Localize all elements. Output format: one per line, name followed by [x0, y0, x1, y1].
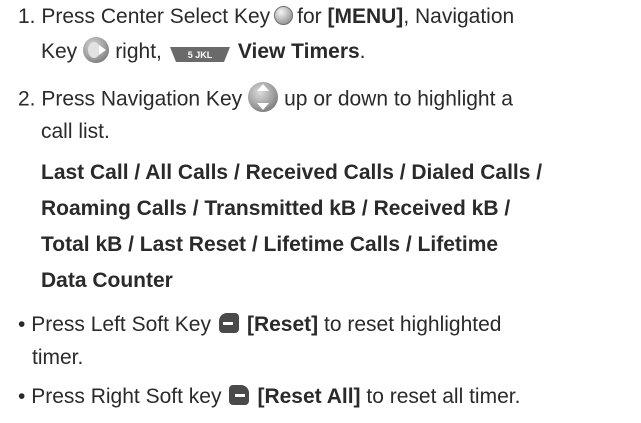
instruction-page: 1. Press Center Select Key for [MENU], Na…: [0, 0, 641, 423]
step-2: 2. Press Navigation Key up or down to hig…: [18, 82, 542, 299]
step-1-text-right: right,: [115, 40, 162, 63]
step-1-text-navigation: , Navigation: [403, 5, 515, 28]
step-1-line-2: Key right, 5 JKL View Timers.: [18, 35, 514, 68]
step-2-line-2: call list.: [18, 115, 542, 148]
bullet-mark: •: [18, 313, 26, 336]
reset-all-label: [Reset All]: [257, 385, 361, 408]
bullet-reset-text-to: to reset highlighted: [324, 313, 502, 336]
bullet-mark: •: [18, 385, 26, 408]
center-select-key-icon: [274, 5, 294, 25]
step-1-period: .: [359, 40, 366, 63]
bullet-reset-all: • Press Right Soft key [Reset All] to res…: [18, 380, 520, 413]
view-timers-label: View Timers: [237, 40, 360, 63]
bullet-reset-text-timer: timer.: [32, 346, 84, 369]
left-soft-key-icon: [218, 313, 239, 334]
bullet-reset-text-press: Press Left Soft Key: [31, 313, 211, 336]
call-list-option-line: Last Call / All Calls / Received Calls /…: [41, 161, 543, 184]
key-5-jkl-icon: 5 JKL: [168, 41, 232, 62]
step-2-text-press-nav: Press Navigation Key: [41, 87, 243, 111]
reset-label: [Reset]: [246, 313, 319, 336]
bullet-reset: • Press Left Soft Key [Reset] to reset hi…: [18, 308, 501, 374]
step-1-text-for: for: [297, 5, 322, 28]
call-list-option-line: Total kB / Last Reset / Lifetime Calls /…: [41, 233, 499, 256]
step-2-text-call-list: call list.: [41, 120, 110, 143]
key-5-label: 5 JKL: [188, 50, 213, 60]
step-1-text-key: Key: [41, 40, 78, 63]
step-1: 1. Press Center Select Key for [MENU], Na…: [18, 0, 514, 68]
bullet-reset-all-text-to: to reset all timer.: [366, 385, 521, 408]
navigation-key-right-icon: [83, 37, 110, 64]
call-list-option-line: Roaming Calls / Transmitted kB / Receive…: [41, 197, 511, 220]
step-2-number: 2.: [18, 87, 36, 111]
bullet-reset-line-1: • Press Left Soft Key [Reset] to reset hi…: [18, 308, 501, 341]
step-1-line-1: 1. Press Center Select Key for [MENU], Na…: [18, 0, 514, 33]
call-list-options: Last Call / All Calls / Received Calls /…: [18, 155, 542, 299]
bullet-reset-all-text-press: Press Right Soft key: [31, 385, 222, 408]
step-2-text-up-down: up or down to highlight a: [284, 87, 513, 111]
right-soft-key-icon: [229, 385, 250, 406]
step-2-line-1: 2. Press Navigation Key up or down to hig…: [18, 82, 542, 115]
menu-label: [MENU]: [327, 5, 404, 28]
bullet-reset-line-2: timer.: [18, 341, 501, 374]
step-1-number: 1.: [18, 5, 36, 28]
bullet-reset-all-line-1: • Press Right Soft key [Reset All] to res…: [18, 380, 520, 413]
step-1-text-press-center: Press Center Select Key: [41, 5, 271, 28]
call-list-option-line: Data Counter: [41, 269, 173, 292]
navigation-key-up-down-icon: [248, 82, 279, 112]
